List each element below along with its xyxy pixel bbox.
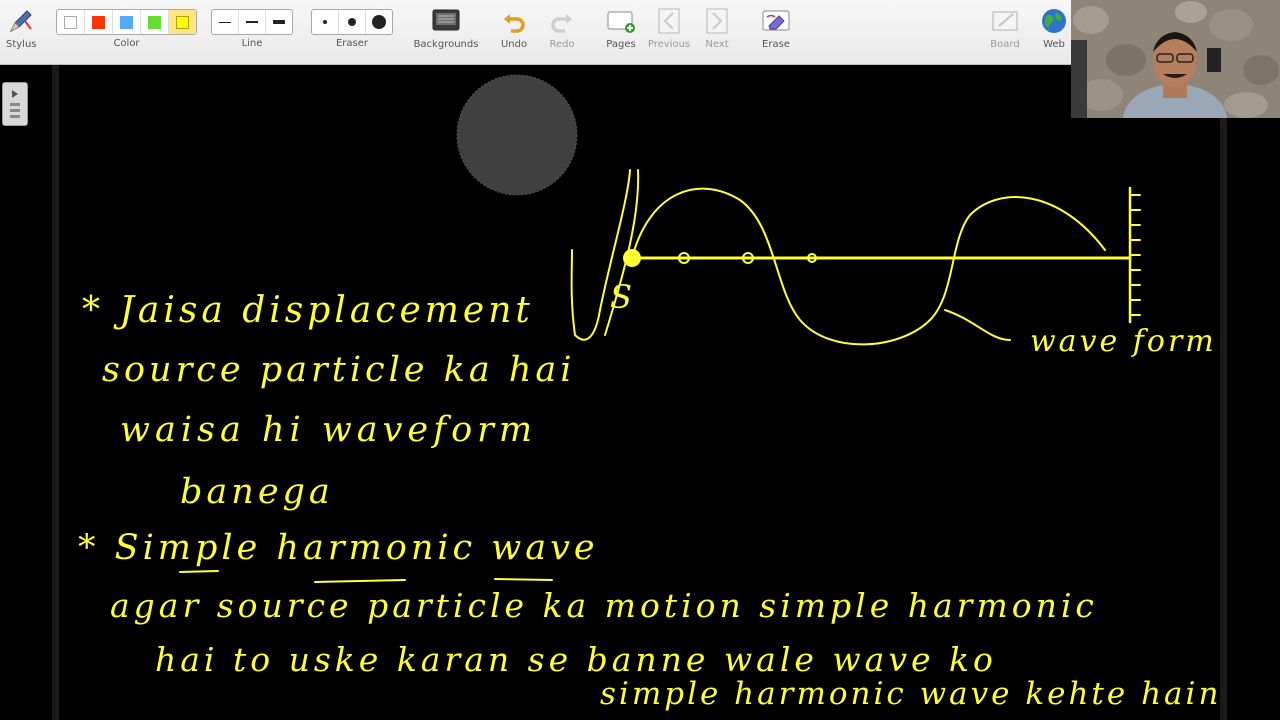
note-line-4: banega — [180, 472, 334, 512]
right-edge-marks — [1272, 190, 1280, 610]
note-line-2: source particle ka hai — [102, 350, 576, 390]
note-line-7: hai to uske karan se banne wale wave ko — [155, 640, 997, 679]
note-line-3: waisa hi waveform — [120, 410, 538, 450]
presenter-video — [1071, 0, 1280, 118]
note-line-6: agar source particle ka motion simple ha… — [110, 586, 1098, 625]
note-line-1: * Jaisa displacement — [82, 290, 534, 331]
webcam-overlay — [1071, 0, 1280, 118]
diagram-source-label: S — [610, 278, 634, 316]
note-line-8: simple harmonic wave kehte hain — [600, 676, 1222, 712]
diagram-waveform-label: wave form — [1030, 324, 1217, 359]
note-line-5: * Simple harmonic wave — [78, 528, 599, 568]
